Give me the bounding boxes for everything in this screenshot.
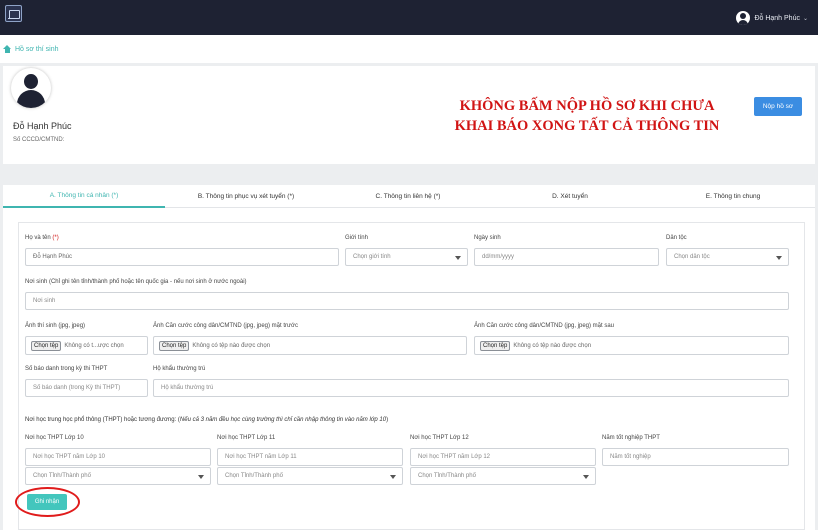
required-mark: (*): [52, 235, 59, 241]
graduation-year-label: Năm tốt nghiệp THPT: [602, 435, 660, 441]
submit-profile-button[interactable]: Nộp hồ sơ: [754, 97, 802, 116]
tab-general-info[interactable]: E. Thông tin chung: [651, 185, 815, 208]
tab-contact-info[interactable]: C. Thông tin liên hệ (*): [327, 185, 489, 208]
household-label: Hộ khẩu thường trú: [153, 366, 206, 372]
grade12-label: Nơi học THPT Lớp 12: [410, 435, 469, 441]
home-icon[interactable]: [3, 45, 12, 53]
grade12-school-input[interactable]: Nơi học THPT năm Lớp 12: [410, 448, 596, 466]
grade10-label: Nơi học THPT Lớp 10: [25, 435, 84, 441]
grade11-label: Nơi học THPT Lớp 11: [217, 435, 276, 441]
warning-line-2: KHAI BÁO XONG TẤT CẢ THÔNG TIN: [454, 118, 720, 134]
highlight-circle-annotation: [15, 487, 80, 517]
photo-choose-file-button[interactable]: Chọn tệp: [31, 340, 62, 351]
photo-label: Ảnh thí sinh (jpg, jpeg): [25, 323, 86, 329]
id-back-file-status: Không có tệp nào được chọn: [513, 342, 592, 349]
school-section-note-italic: Nếu cả 3 năm đều học cùng trường thì chỉ…: [179, 417, 387, 423]
breadcrumb-link-profile[interactable]: Hồ sơ thí sinh: [15, 46, 59, 53]
sbd-label: Số báo danh trong kỳ thi THPT: [25, 366, 108, 372]
grade10-school-input[interactable]: Nơi học THPT năm Lớp 10: [25, 448, 211, 466]
user-menu-name: Đỗ Hạnh Phúc: [754, 14, 800, 22]
tab-bar: A. Thông tin cá nhân (*) B. Thông tin ph…: [3, 185, 815, 208]
school-section-note: Nơi học trung học phổ thông (THPT) hoặc …: [25, 417, 389, 423]
gender-label: Giới tính: [345, 235, 368, 241]
birthplace-label: Nơi sinh (Chỉ ghi tên tỉnh/thành phố hoặ…: [25, 279, 247, 285]
graduation-year-input[interactable]: Năm tốt nghiệp: [602, 448, 789, 466]
gender-select[interactable]: Chọn giới tính: [345, 248, 468, 266]
photo-file-status: Không có t...ược chọn: [64, 342, 124, 349]
profile-name: Đỗ Hạnh Phúc: [13, 121, 72, 131]
id-front-label: Ảnh Căn cước công dân/CMTND (jpg, jpeg) …: [153, 323, 298, 329]
grade10-province-select[interactable]: Chọn Tỉnh/Thành phố: [25, 467, 211, 485]
id-front-file-status: Không có tệp nào được chọn: [192, 342, 271, 349]
ethnic-label: Dân tộc: [666, 235, 687, 241]
warning-line-1: KHÔNG BẤM NỘP HỒ SƠ KHI CHƯA: [459, 98, 715, 114]
photo-file-input[interactable]: Chọn tệp Không có t...ược chọn: [25, 336, 148, 355]
tab-admission[interactable]: D. Xét tuyển: [489, 185, 651, 208]
breadcrumb: Hồ sơ thí sinh: [0, 35, 818, 63]
grade11-school-input[interactable]: Nơi học THPT năm Lớp 11: [217, 448, 403, 466]
birthplace-input[interactable]: Nơi sinh: [25, 292, 789, 310]
id-front-choose-file-button[interactable]: Chọn tệp: [159, 340, 190, 351]
profile-card: Đỗ Hạnh Phúc Số CCCD/CMTND: KHÔNG BẤM NỘ…: [3, 66, 815, 164]
id-back-label: Ảnh Căn cước công dân/CMTND (jpg, jpeg) …: [474, 323, 615, 329]
dob-input[interactable]: dd/mm/yyyy: [474, 248, 659, 266]
tab-personal-info[interactable]: A. Thông tin cá nhân (*): [3, 185, 165, 208]
profile-avatar-icon: [11, 68, 51, 108]
user-menu[interactable]: Đỗ Hạnh Phúc ⌄: [736, 11, 808, 25]
warning-banner: KHÔNG BẤM NỘP HỒ SƠ KHI CHƯA KHAI BÁO XO…: [417, 96, 757, 136]
user-avatar-icon: [736, 11, 751, 25]
fullname-input[interactable]: Đỗ Hạnh Phúc: [25, 248, 339, 266]
grade12-province-select[interactable]: Chọn Tỉnh/Thành phố: [410, 467, 596, 485]
grade11-province-select[interactable]: Chọn Tỉnh/Thành phố: [217, 467, 403, 485]
tab-admission-info[interactable]: B. Thông tin phục vụ xét tuyển (*): [165, 185, 327, 208]
household-input[interactable]: Hộ khẩu thường trú: [153, 379, 789, 397]
sbd-input[interactable]: Số báo danh (trong Kỳ thi THPT): [25, 379, 148, 397]
id-back-choose-file-button[interactable]: Chọn tệp: [480, 340, 511, 351]
chevron-down-icon: ⌄: [802, 15, 808, 22]
top-navbar: Đỗ Hạnh Phúc ⌄: [0, 0, 818, 35]
dob-label: Ngày sinh: [474, 235, 501, 241]
crest-logo-icon[interactable]: [5, 5, 22, 22]
id-front-file-input[interactable]: Chọn tệp Không có tệp nào được chọn: [153, 336, 467, 355]
ethnic-select[interactable]: Chọn dân tộc: [666, 248, 789, 266]
profile-id-label: Số CCCD/CMTND:: [13, 137, 65, 143]
fullname-label: Họ và tên (*): [25, 235, 59, 241]
id-back-file-input[interactable]: Chọn tệp Không có tệp nào được chọn: [474, 336, 789, 355]
